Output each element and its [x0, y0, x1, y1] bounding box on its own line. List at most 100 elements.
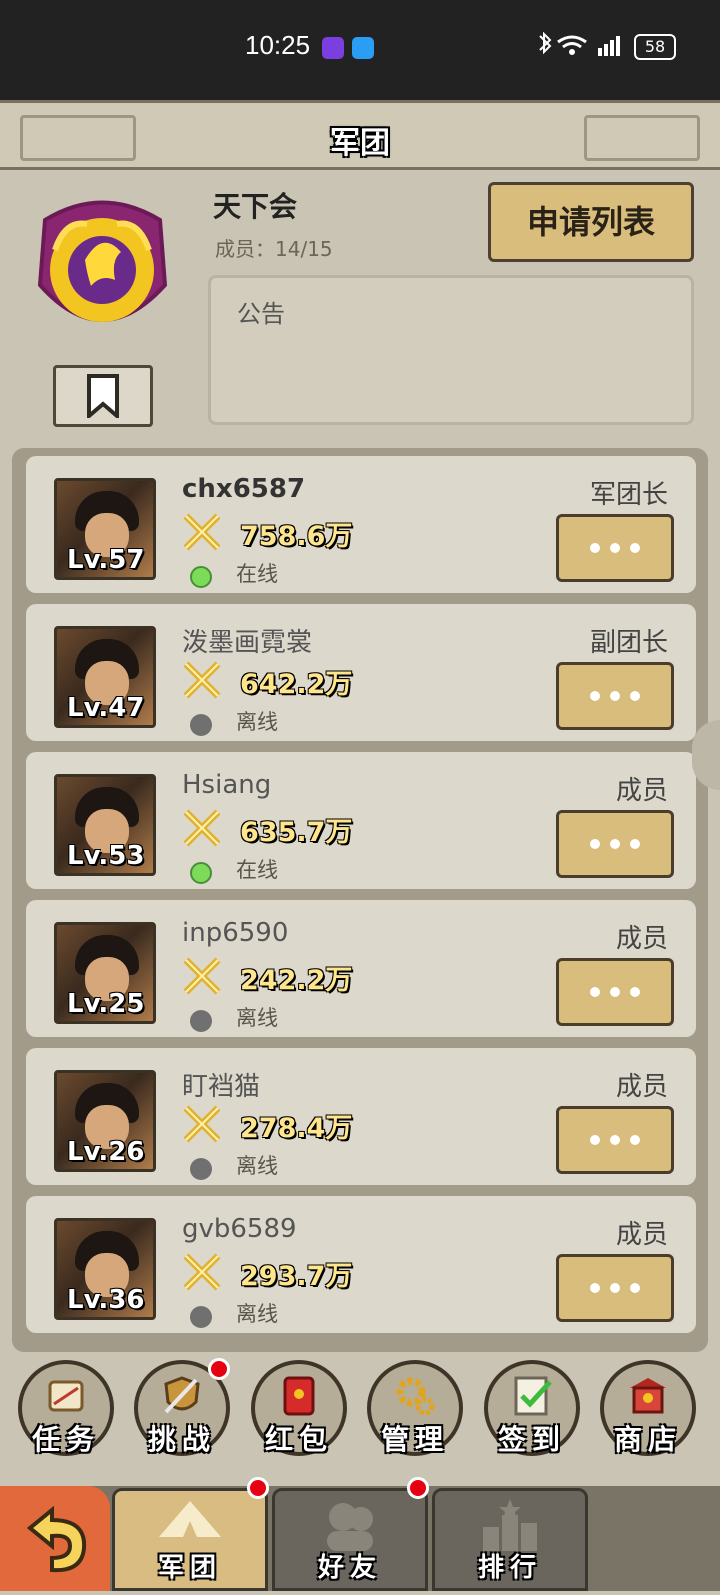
manage-button[interactable]: 管理: [367, 1360, 463, 1456]
checkin-icon: [514, 1376, 552, 1416]
red-envelope-icon: [283, 1376, 315, 1416]
member-more-button[interactable]: [556, 1106, 674, 1174]
member-avatar[interactable]: Lv.53: [54, 774, 156, 876]
page-title: 军团: [330, 126, 390, 161]
member-avatar[interactable]: Lv.57: [54, 478, 156, 580]
member-level: Lv.47: [67, 693, 145, 723]
member-card[interactable]: Lv.26 盯裆猫 278.4万 离线 成员: [26, 1048, 696, 1185]
shop-button[interactable]: 商店: [600, 1360, 696, 1456]
member-status: 在线: [236, 562, 278, 586]
member-more-button[interactable]: [556, 1254, 674, 1322]
member-count-value: 14/15: [275, 237, 333, 261]
crossed-swords-icon: [183, 513, 221, 551]
crossed-swords-icon: [183, 1253, 221, 1291]
member-avatar[interactable]: Lv.25: [54, 922, 156, 1024]
member-card[interactable]: Lv.25 inp6590 242.2万 离线 成员: [26, 900, 696, 1037]
member-level: Lv.57: [67, 545, 145, 575]
checkin-button[interactable]: 签到: [484, 1360, 580, 1456]
tab-friends-label: 好友: [317, 1553, 382, 1583]
member-name: chx6587: [182, 474, 306, 504]
member-role: 军团长: [589, 480, 668, 510]
battery-icon: 58: [634, 34, 676, 60]
guild-member-count: 成员：14/15: [215, 233, 333, 262]
tent-icon: [159, 1501, 221, 1537]
title-bar: 军团: [0, 100, 720, 170]
offline-status-icon: [190, 1010, 212, 1032]
member-role: 成员: [615, 1220, 668, 1250]
member-avatar[interactable]: Lv.26: [54, 1070, 156, 1172]
guild-name: 天下会: [213, 190, 298, 223]
offline-status-icon: [190, 714, 212, 736]
member-status: 离线: [236, 710, 278, 734]
member-avatar[interactable]: Lv.36: [54, 1218, 156, 1320]
friends-icon: [327, 1503, 373, 1551]
back-arrow-icon: [26, 1505, 87, 1573]
scroll-icon: [48, 1380, 84, 1412]
offline-status-icon: [190, 1306, 212, 1328]
manage-label: 管理: [380, 1423, 449, 1456]
member-more-button[interactable]: [556, 662, 674, 730]
bookmark-button[interactable]: [53, 365, 153, 427]
member-name: gvb6589: [182, 1214, 297, 1244]
online-status-icon: [190, 862, 212, 884]
challenge-label: 挑战: [147, 1423, 216, 1456]
tab-friends-badge: [407, 1477, 429, 1499]
task-label: 任务: [31, 1423, 100, 1456]
notification-app-icon: [322, 37, 344, 59]
member-card[interactable]: Lv.57 chx6587 758.6万 在线 军团长: [26, 456, 696, 593]
notice-label: 公告: [237, 300, 285, 328]
tab-legion-badge: [247, 1477, 269, 1499]
action-bar: 任务 挑战 红包 管理 签到 商店: [0, 1358, 720, 1460]
tab-friends[interactable]: 好友: [272, 1477, 429, 1591]
member-level: Lv.26: [67, 1137, 145, 1167]
member-name: inp6590: [182, 918, 289, 948]
member-power: 635.7万: [240, 817, 353, 848]
challenge-button[interactable]: 挑战: [134, 1358, 230, 1456]
crossed-swords-icon: [183, 1105, 221, 1143]
offline-status-icon: [190, 1158, 212, 1180]
task-button[interactable]: 任务: [18, 1360, 114, 1456]
clock: 10:25: [245, 30, 311, 60]
member-name: 盯裆猫: [182, 1072, 261, 1102]
member-power: 293.7万: [240, 1261, 353, 1292]
crossed-swords-icon: [183, 809, 221, 847]
tab-legion-label: 军团: [157, 1553, 222, 1583]
notice-board[interactable]: 公告: [208, 275, 694, 425]
shop-label: 商店: [613, 1423, 682, 1456]
member-name: Hsiang: [182, 770, 272, 800]
member-list[interactable]: Lv.57 chx6587 758.6万 在线 军团长 Lv.47 泼墨画霓裳 …: [12, 448, 708, 1352]
bookmark-icon: [87, 374, 119, 418]
signal-icons: [536, 31, 626, 64]
member-power: 642.2万: [240, 669, 353, 700]
member-level: Lv.36: [67, 1285, 145, 1315]
red-envelope-button[interactable]: 红包: [251, 1360, 347, 1456]
member-power: 242.2万: [240, 965, 353, 996]
tab-ranking[interactable]: 排行: [432, 1488, 588, 1591]
crossed-swords-icon: [183, 957, 221, 995]
sword-shield-icon: [164, 1376, 200, 1414]
ranking-icon: [483, 1499, 537, 1551]
shop-icon: [630, 1378, 666, 1414]
member-more-button[interactable]: [556, 810, 674, 878]
guild-emblem-icon[interactable]: [25, 190, 180, 345]
member-role: 成员: [615, 924, 668, 954]
member-card[interactable]: Lv.47 泼墨画霓裳 642.2万 离线 副团长: [26, 604, 696, 741]
member-avatar[interactable]: Lv.47: [54, 626, 156, 728]
gear-icon: [396, 1377, 435, 1416]
member-card[interactable]: Lv.53 Hsiang 635.7万 在线 成员: [26, 752, 696, 889]
member-status: 离线: [236, 1154, 278, 1178]
member-card[interactable]: Lv.36 gvb6589 293.7万 离线 成员: [26, 1196, 696, 1333]
apply-list-button[interactable]: 申请列表: [488, 182, 694, 262]
status-bar: 10:25 58: [0, 0, 720, 100]
crossed-swords-icon: [183, 661, 221, 699]
back-button[interactable]: [0, 1486, 110, 1591]
red-envelope-label: 红包: [264, 1423, 333, 1456]
tab-legion[interactable]: 军团: [112, 1477, 269, 1591]
member-level: Lv.25: [67, 989, 145, 1019]
notification-browser-icon: [352, 37, 374, 59]
member-status: 离线: [236, 1006, 278, 1030]
checkin-label: 签到: [497, 1423, 566, 1456]
member-more-button[interactable]: [556, 958, 674, 1026]
member-more-button[interactable]: [556, 514, 674, 582]
member-role: 成员: [615, 776, 668, 806]
